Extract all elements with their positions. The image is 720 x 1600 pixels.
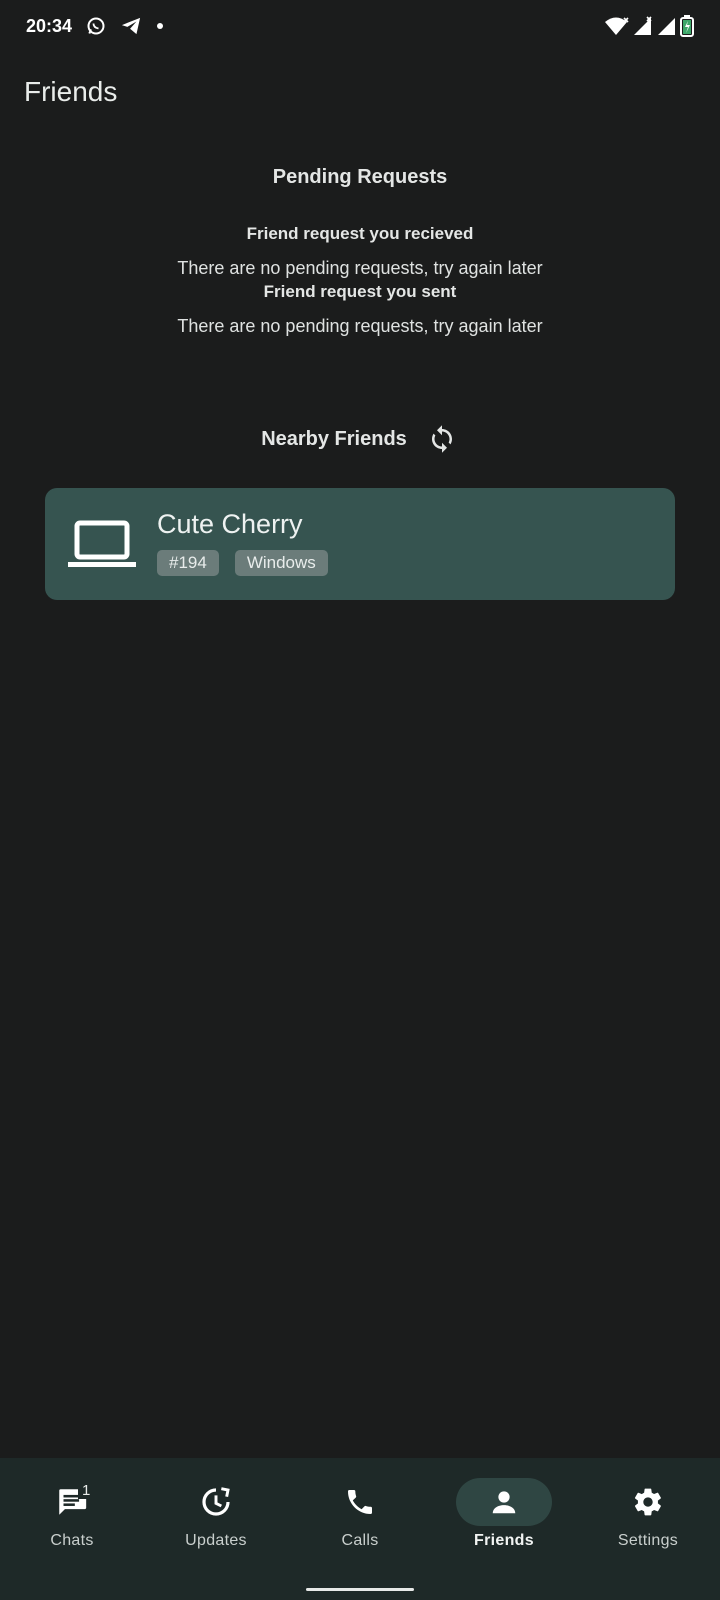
status-right [604, 15, 694, 37]
nav-label-updates: Updates [185, 1532, 247, 1549]
status-time: 20:34 [26, 15, 73, 36]
battery-charging-icon [680, 15, 694, 37]
pending-requests-title: Pending Requests [272, 166, 448, 188]
device-name: Cute Cherry [157, 508, 303, 539]
nearby-device-card[interactable]: Cute Cherry #194 Windows [45, 488, 675, 600]
home-indicator[interactable] [306, 1588, 414, 1591]
person-icon [492, 1491, 516, 1514]
wifi-icon [604, 16, 630, 36]
nav-item-settings[interactable]: Settings [588, 1478, 708, 1568]
signal-icon [632, 16, 654, 36]
nav-item-chats[interactable]: 1 Chats [12, 1478, 132, 1568]
device-tags: #194 Windows [157, 549, 328, 576]
device-id-tag: #194 [157, 549, 219, 576]
signal-icon [656, 16, 678, 36]
nav-item-updates[interactable]: Updates [156, 1478, 276, 1568]
device-info: Cute Cherry #194 Windows [157, 509, 328, 576]
status-bar: 20:34 [0, 0, 720, 52]
nav-icon-container [600, 1478, 696, 1526]
refresh-icon [431, 425, 452, 453]
phone-icon [348, 1490, 372, 1514]
nav-item-friends[interactable]: Friends [444, 1478, 564, 1568]
sent-requests-title: Friend request you sent [263, 282, 457, 301]
bottom-navigation: 1 Chats Updates Calls Friends Settings [0, 1458, 720, 1600]
chats-badge: 1 [78, 1482, 95, 1499]
gear-icon [634, 1488, 661, 1516]
laptop-icon [67, 519, 137, 569]
nav-icon-container [168, 1478, 264, 1526]
nav-label-friends: Friends [474, 1532, 534, 1549]
nearby-header: Nearby Friends [0, 422, 720, 456]
nav-icon-container [456, 1478, 552, 1526]
nav-icon-container [312, 1478, 408, 1526]
nav-label-calls: Calls [341, 1532, 379, 1549]
dot-icon [156, 22, 164, 30]
sent-empty-text: There are no pending requests, try again… [177, 316, 543, 336]
page-title: Friends [24, 76, 118, 107]
telegram-icon [120, 16, 142, 36]
updates-icon [202, 1487, 230, 1516]
received-empty-text: There are no pending requests, try again… [177, 258, 543, 278]
nearby-friends-title: Nearby Friends [261, 427, 407, 450]
nav-label-chats: Chats [50, 1532, 94, 1549]
nav-icon-container: 1 [24, 1478, 120, 1526]
nav-item-calls[interactable]: Calls [300, 1478, 420, 1568]
status-left: 20:34 [26, 16, 164, 37]
device-os-tag: Windows [234, 549, 328, 576]
nav-label-settings: Settings [617, 1532, 679, 1549]
refresh-button[interactable] [425, 422, 459, 456]
whatsapp-icon [86, 16, 106, 36]
received-requests-title: Friend request you recieved [246, 224, 474, 243]
